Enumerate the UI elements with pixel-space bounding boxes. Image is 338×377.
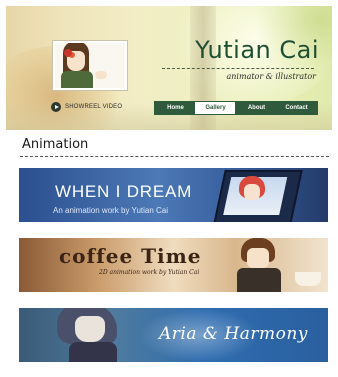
banner-title: Aria & Harmony (159, 324, 308, 344)
section-title: Animation (22, 137, 89, 152)
character-face (75, 316, 105, 342)
banner-subtitle: 2D animation work by Yutian Cai (99, 269, 200, 276)
section-divider (20, 156, 329, 157)
character-body (237, 268, 281, 292)
avatar-hand (95, 71, 107, 79)
nav-gallery-button[interactable]: Gallery (194, 101, 237, 115)
banner-title: WHEN I DREAM (55, 182, 193, 201)
banner-subtitle: An animation work by Yutian Cai (53, 206, 169, 215)
nav-home-button[interactable]: Home (154, 101, 197, 115)
play-icon (51, 102, 61, 112)
character-face (244, 184, 260, 200)
banner-when-i-dream[interactable]: WHEN I DREAM An animation work by Yutian… (19, 168, 328, 222)
character-body (69, 342, 117, 362)
header-banner: Yutian Cai animator & illustrator SHOWRE… (6, 6, 332, 130)
banner-title: coffee Time (59, 244, 202, 268)
name-divider (162, 68, 314, 69)
nav-contact-button[interactable]: Contact (275, 101, 318, 115)
avatar-body (61, 71, 93, 88)
showreel-label: SHOWREEL VIDEO (65, 104, 123, 110)
nav-about-button[interactable]: About (235, 101, 278, 115)
coffee-cup (295, 272, 321, 286)
banner-coffee-time[interactable]: coffee Time 2D animation work by Yutian … (19, 238, 328, 292)
character-face (247, 248, 269, 268)
site-name: Yutian Cai (195, 36, 319, 64)
avatar-flower (64, 49, 72, 57)
showreel-video-link[interactable]: SHOWREEL VIDEO (51, 102, 122, 112)
avatar (53, 41, 127, 90)
portfolio-page: Yutian Cai animator & illustrator SHOWRE… (0, 0, 338, 377)
site-tagline: animator & illustrator (226, 72, 317, 81)
banner-aria-harmony[interactable]: Aria & Harmony (19, 308, 328, 362)
